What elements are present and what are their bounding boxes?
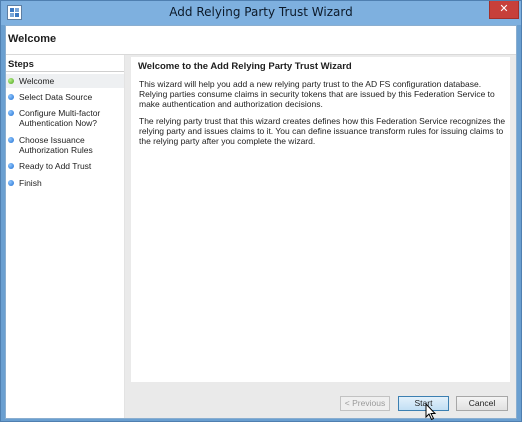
title-bar[interactable]: Add Relying Party Trust Wizard ✕ (1, 1, 521, 25)
wizard-body: Welcome Steps Welcome Select Data Source… (5, 25, 517, 419)
wizard-window: Add Relying Party Trust Wizard ✕ Welcome… (0, 0, 522, 422)
step-issuance-authorization[interactable]: Choose Issuance Authorization Rules (6, 135, 124, 157)
intro-paragraph: This wizard will help you add a new rely… (139, 79, 495, 109)
window-title: Add Relying Party Trust Wizard (169, 5, 353, 19)
mouse-pointer-icon (425, 403, 437, 421)
page-header: Welcome (6, 26, 516, 55)
start-button[interactable]: Start (398, 396, 449, 411)
step-label: Choose Issuance Authorization Rules (19, 135, 93, 155)
step-pending-icon (8, 163, 14, 169)
step-ready-to-add[interactable]: Ready to Add Trust (6, 161, 124, 173)
step-pending-icon (8, 180, 14, 186)
step-label: Select Data Source (19, 92, 93, 102)
step-label: Welcome (19, 76, 55, 86)
step-current-icon (8, 78, 14, 84)
steps-divider (6, 71, 124, 72)
step-pending-icon (8, 137, 14, 143)
content-area: Welcome to the Add Relying Party Trust W… (125, 55, 516, 388)
page-title: Welcome (8, 33, 57, 45)
step-pending-icon (8, 94, 14, 100)
steps-heading: Steps (8, 59, 34, 70)
cancel-button[interactable]: Cancel (456, 396, 508, 411)
step-finish[interactable]: Finish (6, 178, 124, 190)
steps-panel: Steps Welcome Select Data Source Configu… (6, 55, 125, 418)
previous-button[interactable]: < Previous (340, 396, 390, 411)
details-paragraph: The relying party trust that this wizard… (139, 116, 506, 146)
step-pending-icon (8, 110, 14, 116)
step-welcome[interactable]: Welcome (6, 74, 124, 88)
button-bar: < Previous Start Cancel (125, 388, 516, 418)
step-label: Configure Multi-factor Authentication No… (19, 108, 101, 128)
step-select-data-source[interactable]: Select Data Source (6, 91, 124, 103)
step-configure-mfa[interactable]: Configure Multi-factor Authentication No… (6, 108, 124, 130)
step-label: Finish (19, 178, 42, 188)
content-title: Welcome to the Add Relying Party Trust W… (138, 61, 352, 72)
close-button[interactable]: ✕ (489, 1, 519, 19)
step-label: Ready to Add Trust (19, 161, 92, 171)
content-card: Welcome to the Add Relying Party Trust W… (131, 57, 510, 382)
